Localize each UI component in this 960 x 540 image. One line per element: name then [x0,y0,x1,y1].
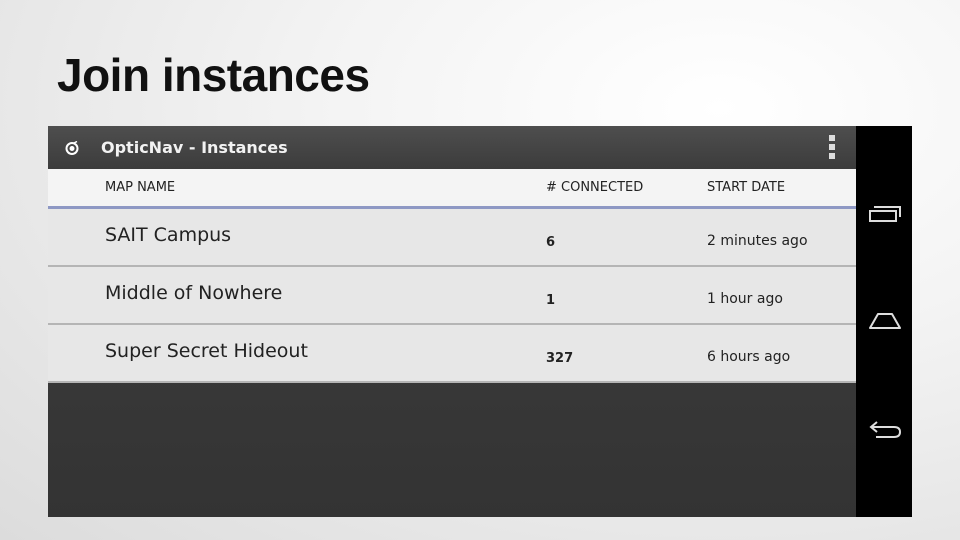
recent-apps-icon[interactable] [866,201,904,227]
opticnav-logo-icon[interactable] [65,141,79,155]
overflow-menu-icon[interactable] [826,133,838,163]
instance-start-date: 2 minutes ago [707,233,808,249]
android-navigation-bar [856,126,912,517]
header-map-name: MAP NAME [105,180,176,195]
header-connected: # CONNECTED [546,180,644,195]
action-bar: OpticNav - Instances [48,126,856,169]
home-icon[interactable] [866,308,904,334]
table-header: MAP NAME # CONNECTED START DATE [48,169,856,209]
app-title: OpticNav - Instances [101,138,288,157]
instance-connected-count: 327 [546,351,574,366]
instance-name: Middle of Nowhere [105,282,283,304]
device-screenshot: OpticNav - Instances MAP NAME # CONNECTE… [48,126,912,517]
instance-start-date: 1 hour ago [707,291,783,307]
instance-connected-count: 6 [546,235,556,250]
instance-row[interactable]: Super Secret Hideout 327 6 hours ago [48,325,856,383]
instance-row[interactable]: SAIT Campus 6 2 minutes ago [48,209,856,267]
app-screen: OpticNav - Instances MAP NAME # CONNECTE… [48,126,856,517]
instance-start-date: 6 hours ago [707,349,791,365]
instance-list: SAIT Campus 6 2 minutes ago Middle of No… [48,209,856,383]
instance-name: Super Secret Hideout [105,340,308,362]
instance-row[interactable]: Middle of Nowhere 1 1 hour ago [48,267,856,325]
slide-title: Join instances [57,49,370,101]
header-start-date: START DATE [707,180,786,195]
instance-name: SAIT Campus [105,224,232,246]
instance-connected-count: 1 [546,293,556,308]
back-icon[interactable] [866,418,904,444]
